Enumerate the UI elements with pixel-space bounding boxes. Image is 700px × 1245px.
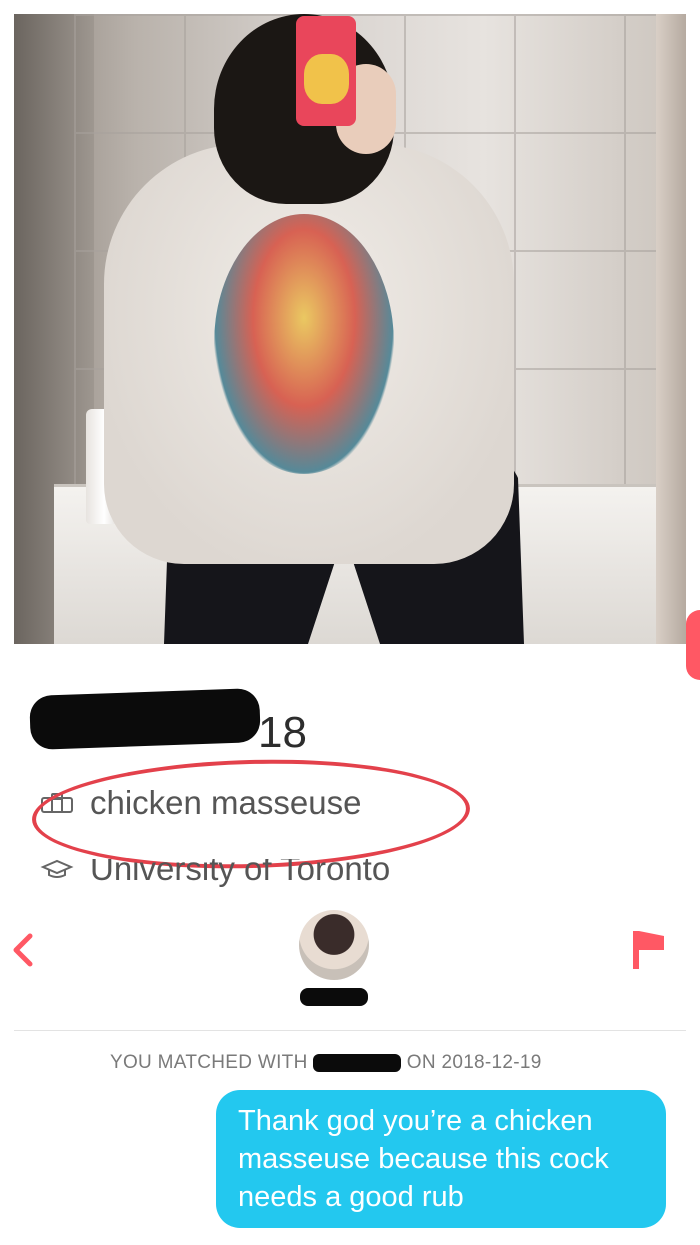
shower-curtain [656, 14, 686, 644]
school-name: University of Toronto [90, 850, 391, 887]
phone-case-character [304, 54, 349, 104]
flag-icon[interactable] [630, 928, 666, 972]
avatar[interactable] [299, 910, 369, 980]
divider [14, 1030, 686, 1031]
profile-photo[interactable] [14, 14, 686, 644]
redacted-name [29, 688, 261, 750]
redacted-avatar-name [300, 988, 368, 1006]
message-text: Thank god you’re a chicken masseuse beca… [238, 1105, 609, 1213]
profile-age: 18 [258, 708, 307, 757]
matched-banner: YOU MATCHED WITH ON 2018-12-19 [110, 1052, 542, 1074]
school-row: University of Toronto [40, 850, 390, 888]
photo-edge-button[interactable] [686, 610, 700, 680]
matched-date: ON 2018-12-19 [406, 1052, 542, 1073]
sweater-print [214, 214, 394, 474]
message-bubble: Thank god you’re a chicken masseuse beca… [216, 1090, 666, 1228]
graduation-cap-icon [40, 859, 74, 878]
redacted-match-name [313, 1053, 402, 1072]
matched-prefix: YOU MATCHED WITH [110, 1052, 314, 1073]
chevron-left-icon[interactable] [8, 930, 38, 970]
